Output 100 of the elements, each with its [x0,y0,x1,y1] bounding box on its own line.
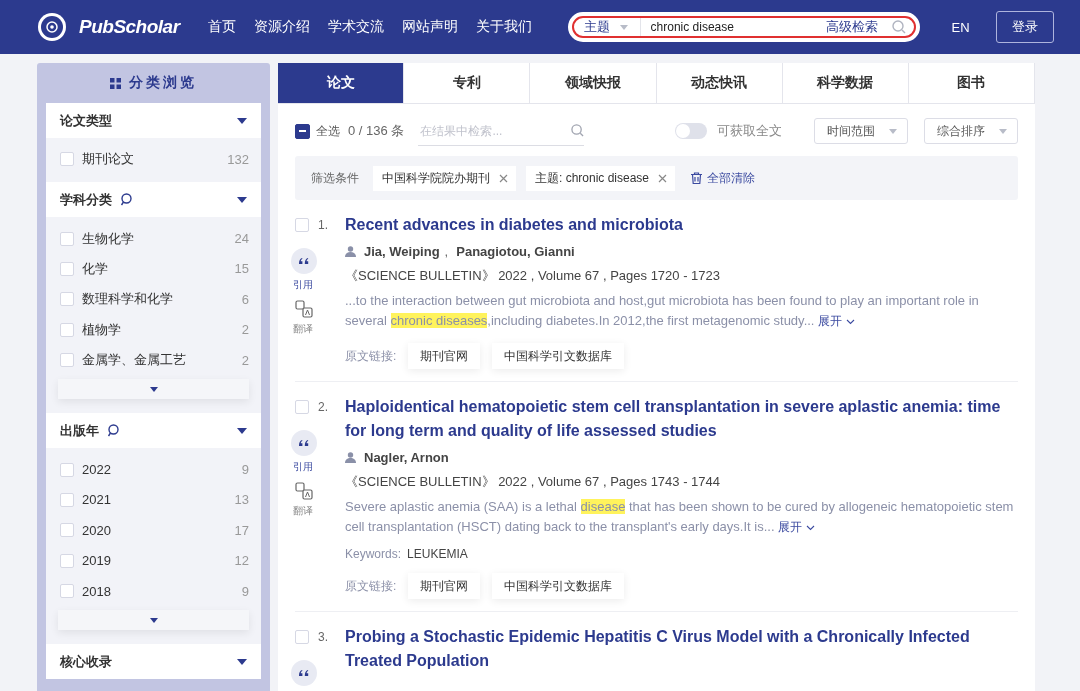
advanced-search-link[interactable]: 高级检索 [825,18,878,36]
checkbox[interactable] [295,400,309,414]
translate-icon[interactable] [295,300,313,318]
close-icon[interactable] [658,173,668,183]
nav-link[interactable]: 首页 [207,18,236,36]
caret-down-icon[interactable] [237,117,247,124]
result-search-field[interactable]: 在结果中检索... [418,116,585,146]
filter-group-header[interactable]: 出版年 [46,413,261,449]
publication-info: 《SCIENCE BULLETIN》 2022 , Volume 67 , Pages 1743 - 1744 [345,473,722,491]
filter-option-label[interactable]: 2022 [82,462,242,478]
checkbox[interactable] [60,322,74,337]
translate-link[interactable]: 翻译 [293,322,313,336]
filter-option-label[interactable]: 2019 [82,553,235,569]
result-title-link[interactable]: Probing a Stochastic Epidemic Hepatitis C Virus Model with a Chronically Infected Treated Population [345,625,1018,673]
result-title-link[interactable]: Haploidentical hematopoietic stem cell transplantation in severe aplastic anemia: time for long term and quality of life assessed studies [345,395,1018,443]
tab[interactable]: 动态快讯 [656,63,783,103]
person-icon [345,451,356,463]
cite-link[interactable]: 引用 [293,460,313,474]
tab[interactable]: 领域快报 [530,63,657,103]
search-field-dropdown[interactable]: 主题 [583,18,641,36]
time-range-dropdown[interactable]: 时间范围 [814,118,908,144]
caret-down-icon[interactable] [237,658,247,665]
show-more-button[interactable] [58,379,249,400]
login-button[interactable]: 登录 [995,11,1054,43]
source-link-button[interactable]: 期刊官网 [408,573,481,599]
filter-option-label[interactable]: 化学 [82,259,235,278]
keywords-label: Keywords: [345,547,402,561]
sort-dropdown[interactable]: 综合排序 [924,118,1018,144]
checkbox[interactable] [60,292,74,307]
nav-link[interactable]: 关于我们 [475,18,532,36]
show-more-button[interactable] [58,610,249,631]
filter-chip[interactable]: 中国科学院院办期刊 [373,165,516,191]
filter-group-header[interactable]: 学科分类 [46,182,261,218]
filter-count: 24 [234,231,249,247]
filter-group-header[interactable]: 核心收录 [46,644,261,680]
filter-chip[interactable]: 主题: chronic disease [526,165,676,191]
close-icon[interactable] [499,173,508,183]
sidebar-title: 分类浏览 [129,74,197,92]
source-link-button[interactable]: 中国科学引文数据库 [492,573,625,599]
checkbox[interactable] [60,492,74,507]
checkbox[interactable] [60,231,74,246]
tab[interactable]: 科学数据 [782,63,909,103]
grid-icon [110,77,121,89]
caret-down-icon[interactable] [237,427,247,434]
site-logo[interactable]: PubScholar [79,16,180,38]
translate-icon[interactable] [295,482,313,500]
filter-count: 9 [241,462,249,478]
quote-icon[interactable] [291,248,317,274]
filter-option-label[interactable]: 金属学、金属工艺 [82,351,242,370]
author-link[interactable]: Panagiotou, Gianni [456,243,575,259]
filter-option-label[interactable]: 期刊论文 [82,150,228,169]
source-link-button[interactable]: 中国科学引文数据库 [492,343,625,369]
checkbox[interactable] [60,462,74,477]
checkbox[interactable] [60,523,74,538]
toggle-switch[interactable] [675,123,707,139]
checkbox[interactable] [60,353,74,368]
tab[interactable]: 论文 [278,63,405,103]
tab[interactable]: 专利 [404,63,531,103]
checkbox[interactable] [295,218,309,232]
filter-group-header[interactable]: 论文类型 [46,103,261,138]
filter-option-label[interactable]: 数理科学和化学 [82,290,242,309]
quote-icon[interactable] [291,660,317,686]
filter-option-label[interactable]: 2021 [82,492,235,508]
checkbox[interactable] [60,584,74,599]
clear-all-link[interactable]: 全部清除 [691,169,756,187]
nav-link[interactable]: 学术交流 [327,18,384,36]
author-link[interactable]: Jia, Weiping [364,243,440,259]
cite-link[interactable]: 引用 [293,278,313,292]
checkbox[interactable] [60,261,74,276]
expand-link[interactable]: 展开 [818,314,856,328]
search-icon[interactable] [107,424,119,438]
filter-count: 2 [241,322,249,338]
expand-link[interactable]: 展开 [778,520,816,534]
filter-option-label[interactable]: 生物化学 [82,229,235,248]
checkbox[interactable] [295,630,309,644]
tab[interactable]: 图书 [908,63,1036,103]
nav-link[interactable]: 网站声明 [401,18,458,36]
emblem-logo-icon [37,12,67,42]
nav-link[interactable]: 资源介绍 [253,18,310,36]
links-label: 原文链接: [345,577,397,595]
select-all-checkbox[interactable] [295,123,310,139]
result-number: 3. [318,630,328,644]
caret-down-icon[interactable] [237,196,247,203]
select-all-label[interactable]: 全选 [316,123,340,139]
search-field[interactable]: 主题 chronic disease 高级检索 [567,12,920,42]
filter-label: 筛选条件 [311,169,359,187]
filter-option-label[interactable]: 2018 [82,583,242,599]
checkbox[interactable] [60,152,74,167]
search-icon[interactable] [120,193,132,207]
author-link[interactable]: Nagler, Arnon [364,449,449,465]
quote-icon[interactable] [291,430,317,456]
result-title-link[interactable]: Recent advances in diabetes and microbiota [345,213,1018,237]
author-separator: , [444,243,449,259]
filter-option-label[interactable]: 植物学 [82,320,242,339]
filter-option-label[interactable]: 2020 [82,522,235,538]
checkbox[interactable] [60,553,74,568]
translate-link[interactable]: 翻译 [293,504,313,518]
filter-count: 6 [241,291,249,307]
source-link-button[interactable]: 期刊官网 [408,343,481,369]
language-link[interactable]: EN [951,19,970,35]
